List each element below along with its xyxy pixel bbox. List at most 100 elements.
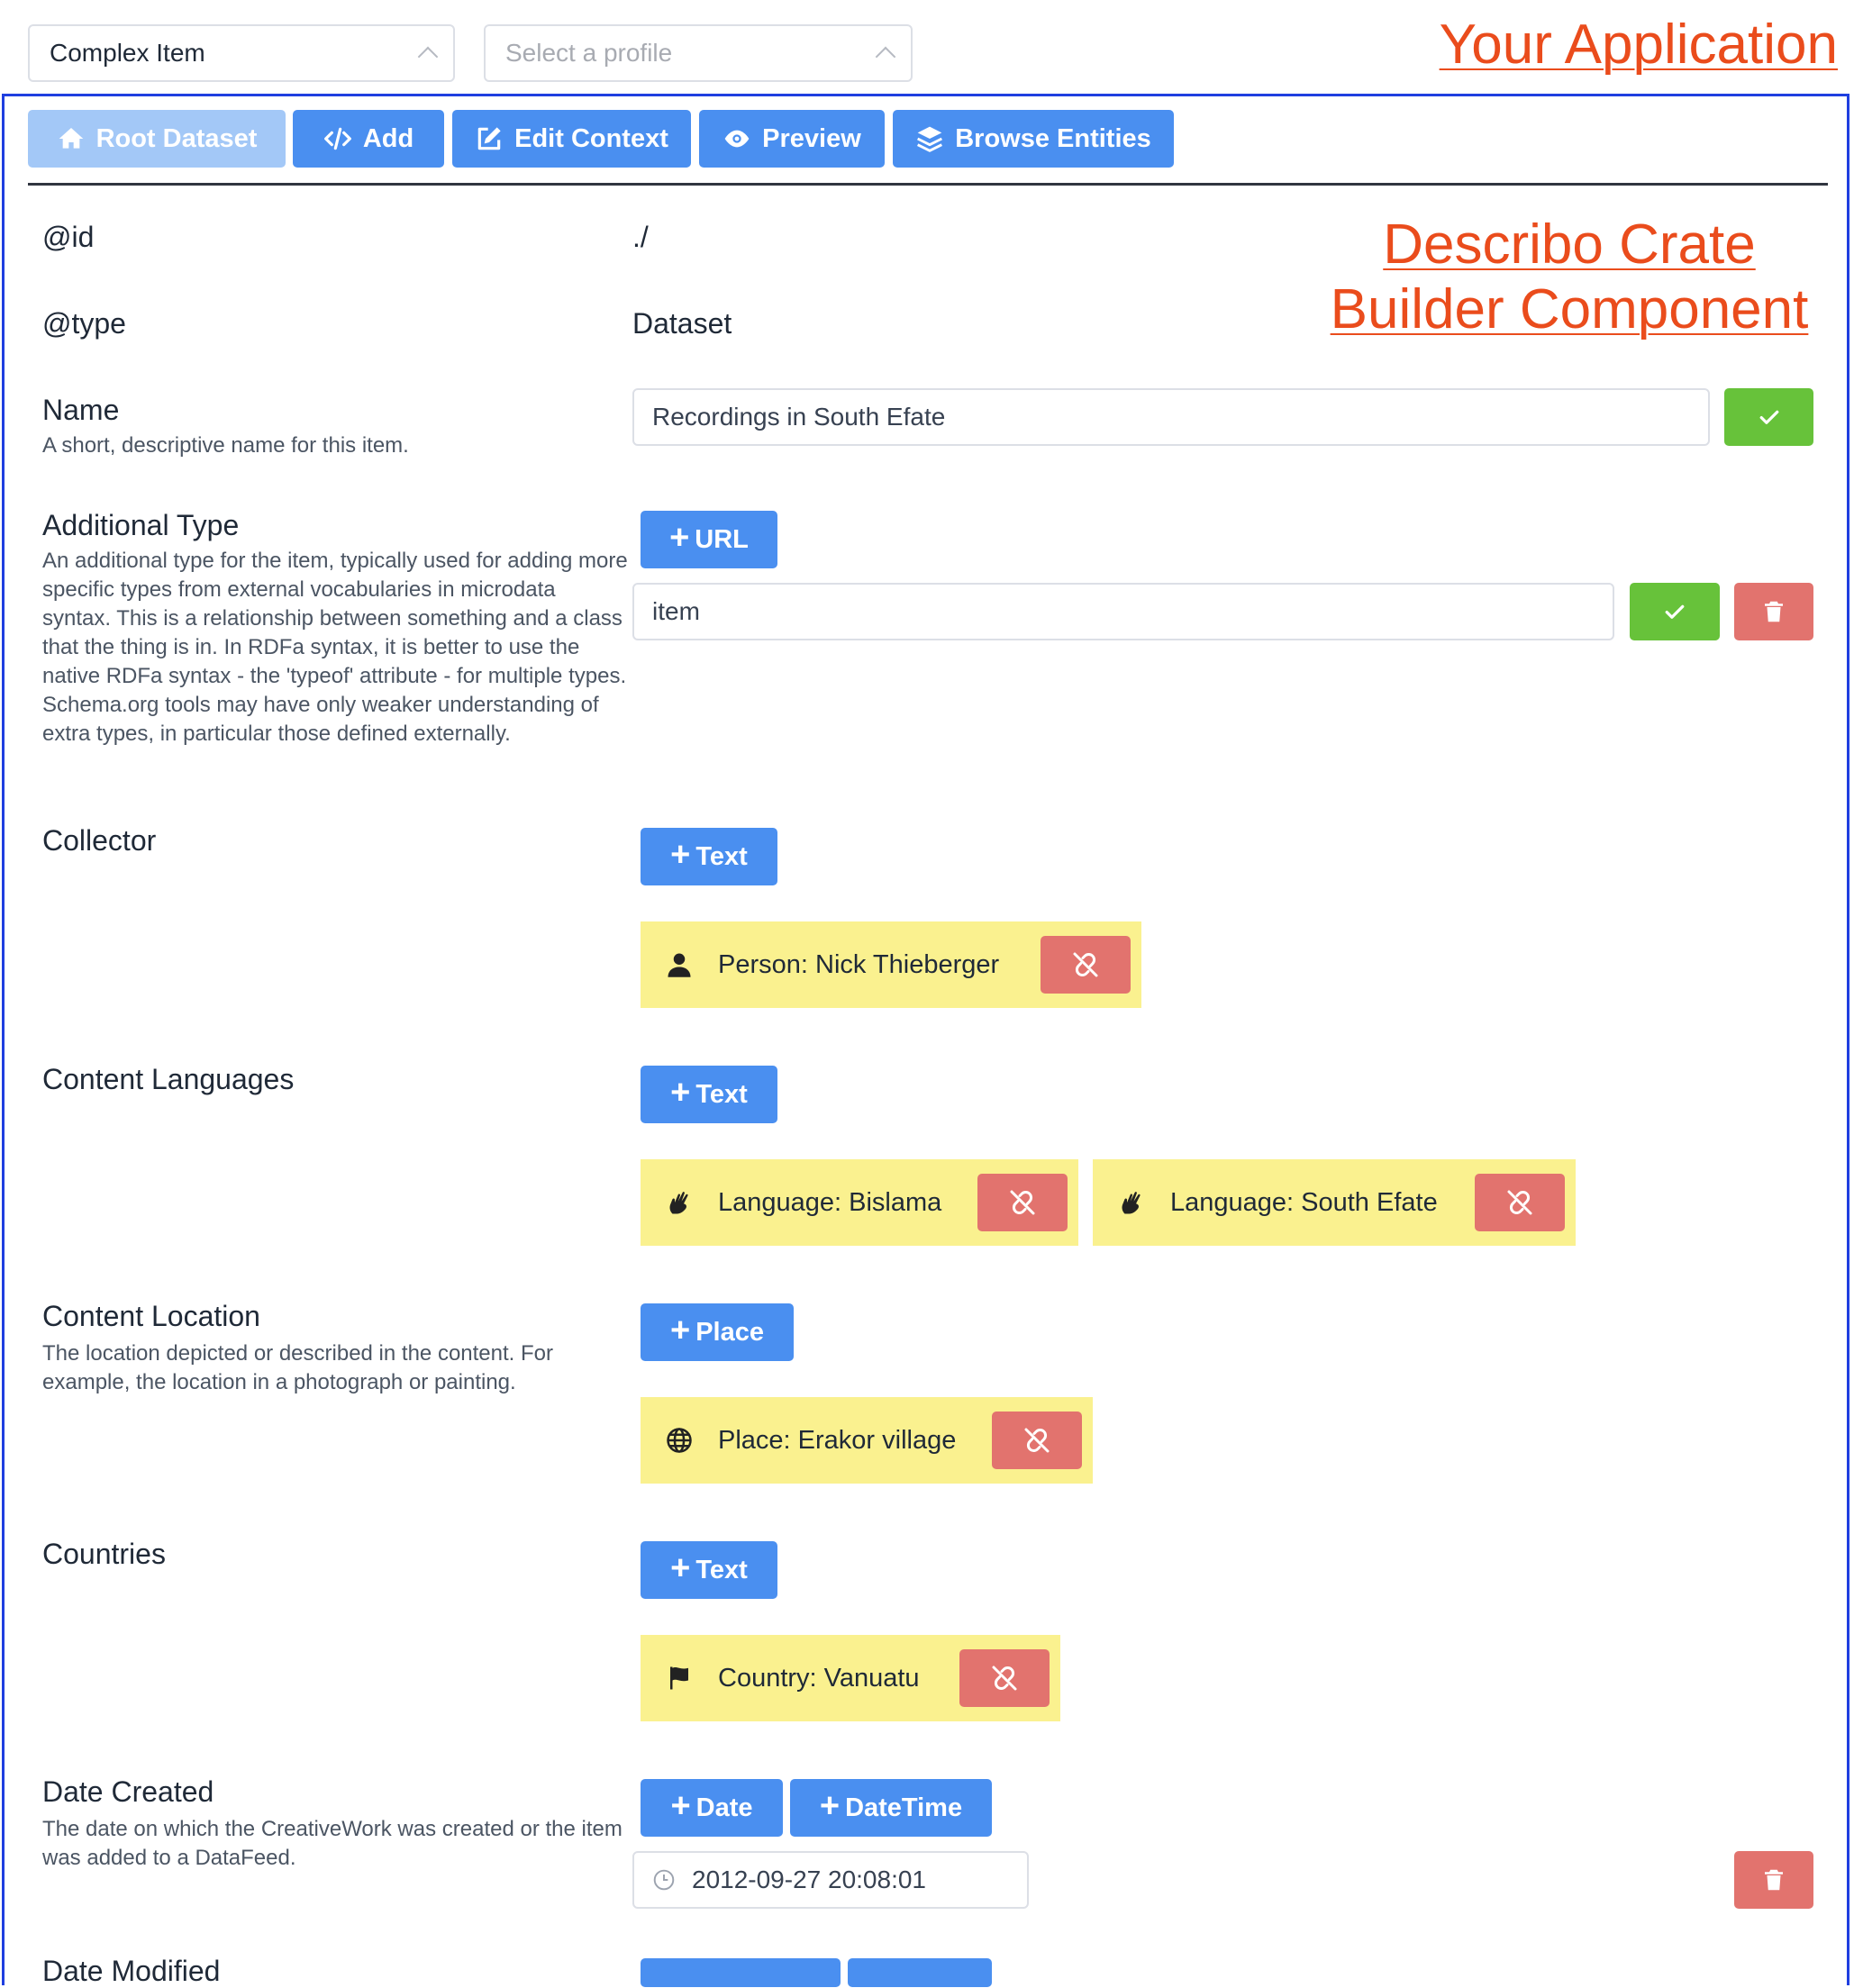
entity-label: Place: Erakor village bbox=[718, 1425, 957, 1455]
add-date-label: Date bbox=[695, 1793, 753, 1822]
content-location-label: Content Location bbox=[42, 1300, 260, 1332]
edit-context-button[interactable]: Edit Context bbox=[452, 110, 691, 168]
add-date-button[interactable]: + Date bbox=[641, 1779, 783, 1837]
chevron-up-icon bbox=[875, 46, 896, 68]
layers-icon bbox=[917, 126, 943, 152]
save-additional-type-button[interactable] bbox=[1630, 583, 1720, 640]
unlink-icon bbox=[1010, 1190, 1035, 1215]
add-text-label: Text bbox=[695, 1555, 748, 1584]
name-help: A short, descriptive name for this item. bbox=[42, 433, 409, 458]
sign-language-icon bbox=[666, 1189, 693, 1216]
unlink-icon bbox=[1073, 952, 1098, 977]
entity-place-erakor-village[interactable]: Place: Erakor village bbox=[641, 1397, 1093, 1484]
add-button[interactable]: Add bbox=[293, 110, 444, 168]
content-location-help: The location depicted or described in th… bbox=[42, 1341, 553, 1394]
add-place-label: Place bbox=[695, 1317, 764, 1347]
id-label: @id bbox=[42, 221, 95, 253]
name-input[interactable]: Recordings in South Efate bbox=[632, 388, 1710, 446]
plus-icon: + bbox=[669, 519, 690, 557]
entity-label: Language: South Efate bbox=[1170, 1187, 1438, 1217]
date-created-value: 2012-09-27 20:08:01 bbox=[692, 1865, 926, 1893]
check-icon bbox=[1759, 410, 1778, 424]
date-created-help: The date on which the CreativeWork was c… bbox=[42, 1817, 623, 1870]
add-place-button[interactable]: + Place bbox=[641, 1303, 794, 1361]
entity-language-bislama[interactable]: Language: Bislama bbox=[641, 1159, 1078, 1246]
add-label: Add bbox=[362, 123, 414, 153]
entity-language-south-efate[interactable]: Language: South Efate bbox=[1093, 1159, 1576, 1246]
entity-label: Language: Bislama bbox=[718, 1187, 942, 1217]
add-datetime-button-partial[interactable] bbox=[641, 1958, 841, 1987]
edit-context-label: Edit Context bbox=[514, 123, 668, 153]
item-select-value: Complex Item bbox=[50, 39, 205, 67]
add-language-text-button[interactable]: + Text bbox=[641, 1066, 777, 1123]
add-text-label: Text bbox=[695, 1079, 748, 1109]
entity-label: Country: Vanuatu bbox=[718, 1663, 920, 1693]
unlink-button[interactable] bbox=[1041, 936, 1131, 994]
collector-label: Collector bbox=[42, 824, 157, 857]
name-input-value: Recordings in South Efate bbox=[652, 403, 946, 431]
unlink-icon bbox=[1507, 1190, 1532, 1215]
flag-icon bbox=[666, 1665, 693, 1692]
plus-icon: + bbox=[670, 1074, 691, 1112]
plus-icon: + bbox=[670, 1549, 691, 1587]
add-datetime-label: DateTime bbox=[845, 1793, 963, 1822]
trash-icon bbox=[1765, 601, 1783, 622]
check-icon bbox=[1665, 604, 1685, 619]
additional-type-input-value: item bbox=[652, 597, 700, 625]
globe-icon bbox=[666, 1427, 693, 1454]
browse-entities-button[interactable]: Browse Entities bbox=[893, 110, 1174, 168]
add-url-label: URL bbox=[695, 524, 749, 554]
preview-button[interactable]: Preview bbox=[699, 110, 885, 168]
profile-select-placeholder: Select a profile bbox=[505, 39, 673, 67]
plus-icon: + bbox=[670, 1787, 691, 1825]
add-collector-text-button[interactable]: + Text bbox=[641, 828, 777, 885]
user-icon bbox=[666, 951, 693, 978]
add-date-button-partial[interactable] bbox=[848, 1958, 992, 1987]
entity-label: Person: Nick Thieberger bbox=[718, 949, 1000, 979]
browse-entities-label: Browse Entities bbox=[955, 123, 1151, 153]
sign-language-icon bbox=[1118, 1189, 1145, 1216]
trash-icon bbox=[1765, 1869, 1783, 1891]
type-value: Dataset bbox=[632, 307, 732, 340]
plus-icon: + bbox=[670, 1312, 691, 1349]
date-modified-label: Date Modified bbox=[42, 1955, 221, 1987]
countries-label: Countries bbox=[42, 1538, 166, 1570]
id-value: ./ bbox=[632, 221, 649, 253]
unlink-button[interactable] bbox=[977, 1174, 1068, 1231]
plus-icon: + bbox=[670, 836, 691, 874]
root-dataset-button[interactable]: Root Dataset bbox=[28, 110, 286, 168]
delete-additional-type-button[interactable] bbox=[1734, 583, 1813, 640]
home-icon bbox=[59, 128, 83, 149]
root-dataset-label: Root Dataset bbox=[95, 123, 258, 153]
add-country-text-button[interactable]: + Text bbox=[641, 1541, 777, 1599]
add-url-button[interactable]: + URL bbox=[641, 511, 777, 568]
add-text-label: Text bbox=[695, 841, 748, 871]
unlink-button[interactable] bbox=[1475, 1174, 1565, 1231]
save-name-button[interactable] bbox=[1724, 388, 1813, 446]
unlink-button[interactable] bbox=[959, 1649, 1050, 1707]
additional-type-input[interactable]: item bbox=[632, 583, 1614, 640]
code-icon bbox=[323, 127, 351, 150]
date-created-input[interactable]: 2012-09-27 20:08:01 bbox=[632, 1851, 1029, 1909]
type-label: @type bbox=[42, 307, 126, 340]
unlink-icon bbox=[1024, 1428, 1050, 1453]
date-created-label: Date Created bbox=[42, 1775, 214, 1808]
entity-country-vanuatu[interactable]: Country: Vanuatu bbox=[641, 1635, 1060, 1721]
item-select[interactable]: Complex Item bbox=[28, 24, 455, 82]
unlink-button[interactable] bbox=[992, 1412, 1082, 1469]
describo-title: Describo Crate Builder Component bbox=[1330, 213, 1809, 340]
edit-icon bbox=[477, 127, 501, 150]
additional-type-label: Additional Type bbox=[42, 509, 240, 541]
entity-person-nick-thieberger[interactable]: Person: Nick Thieberger bbox=[641, 921, 1141, 1008]
content-languages-label: Content Languages bbox=[42, 1063, 295, 1095]
plus-icon: + bbox=[819, 1787, 841, 1825]
profile-select[interactable]: Select a profile bbox=[484, 24, 913, 82]
chevron-up-icon bbox=[417, 46, 439, 68]
delete-date-created-button[interactable] bbox=[1734, 1851, 1813, 1909]
preview-label: Preview bbox=[762, 123, 861, 153]
unlink-icon bbox=[992, 1666, 1017, 1691]
eye-icon bbox=[724, 130, 750, 148]
additional-type-help: An additional type for the item, typical… bbox=[42, 549, 628, 746]
add-datetime-button[interactable]: + DateTime bbox=[790, 1779, 992, 1837]
nav-divider bbox=[28, 183, 1828, 186]
